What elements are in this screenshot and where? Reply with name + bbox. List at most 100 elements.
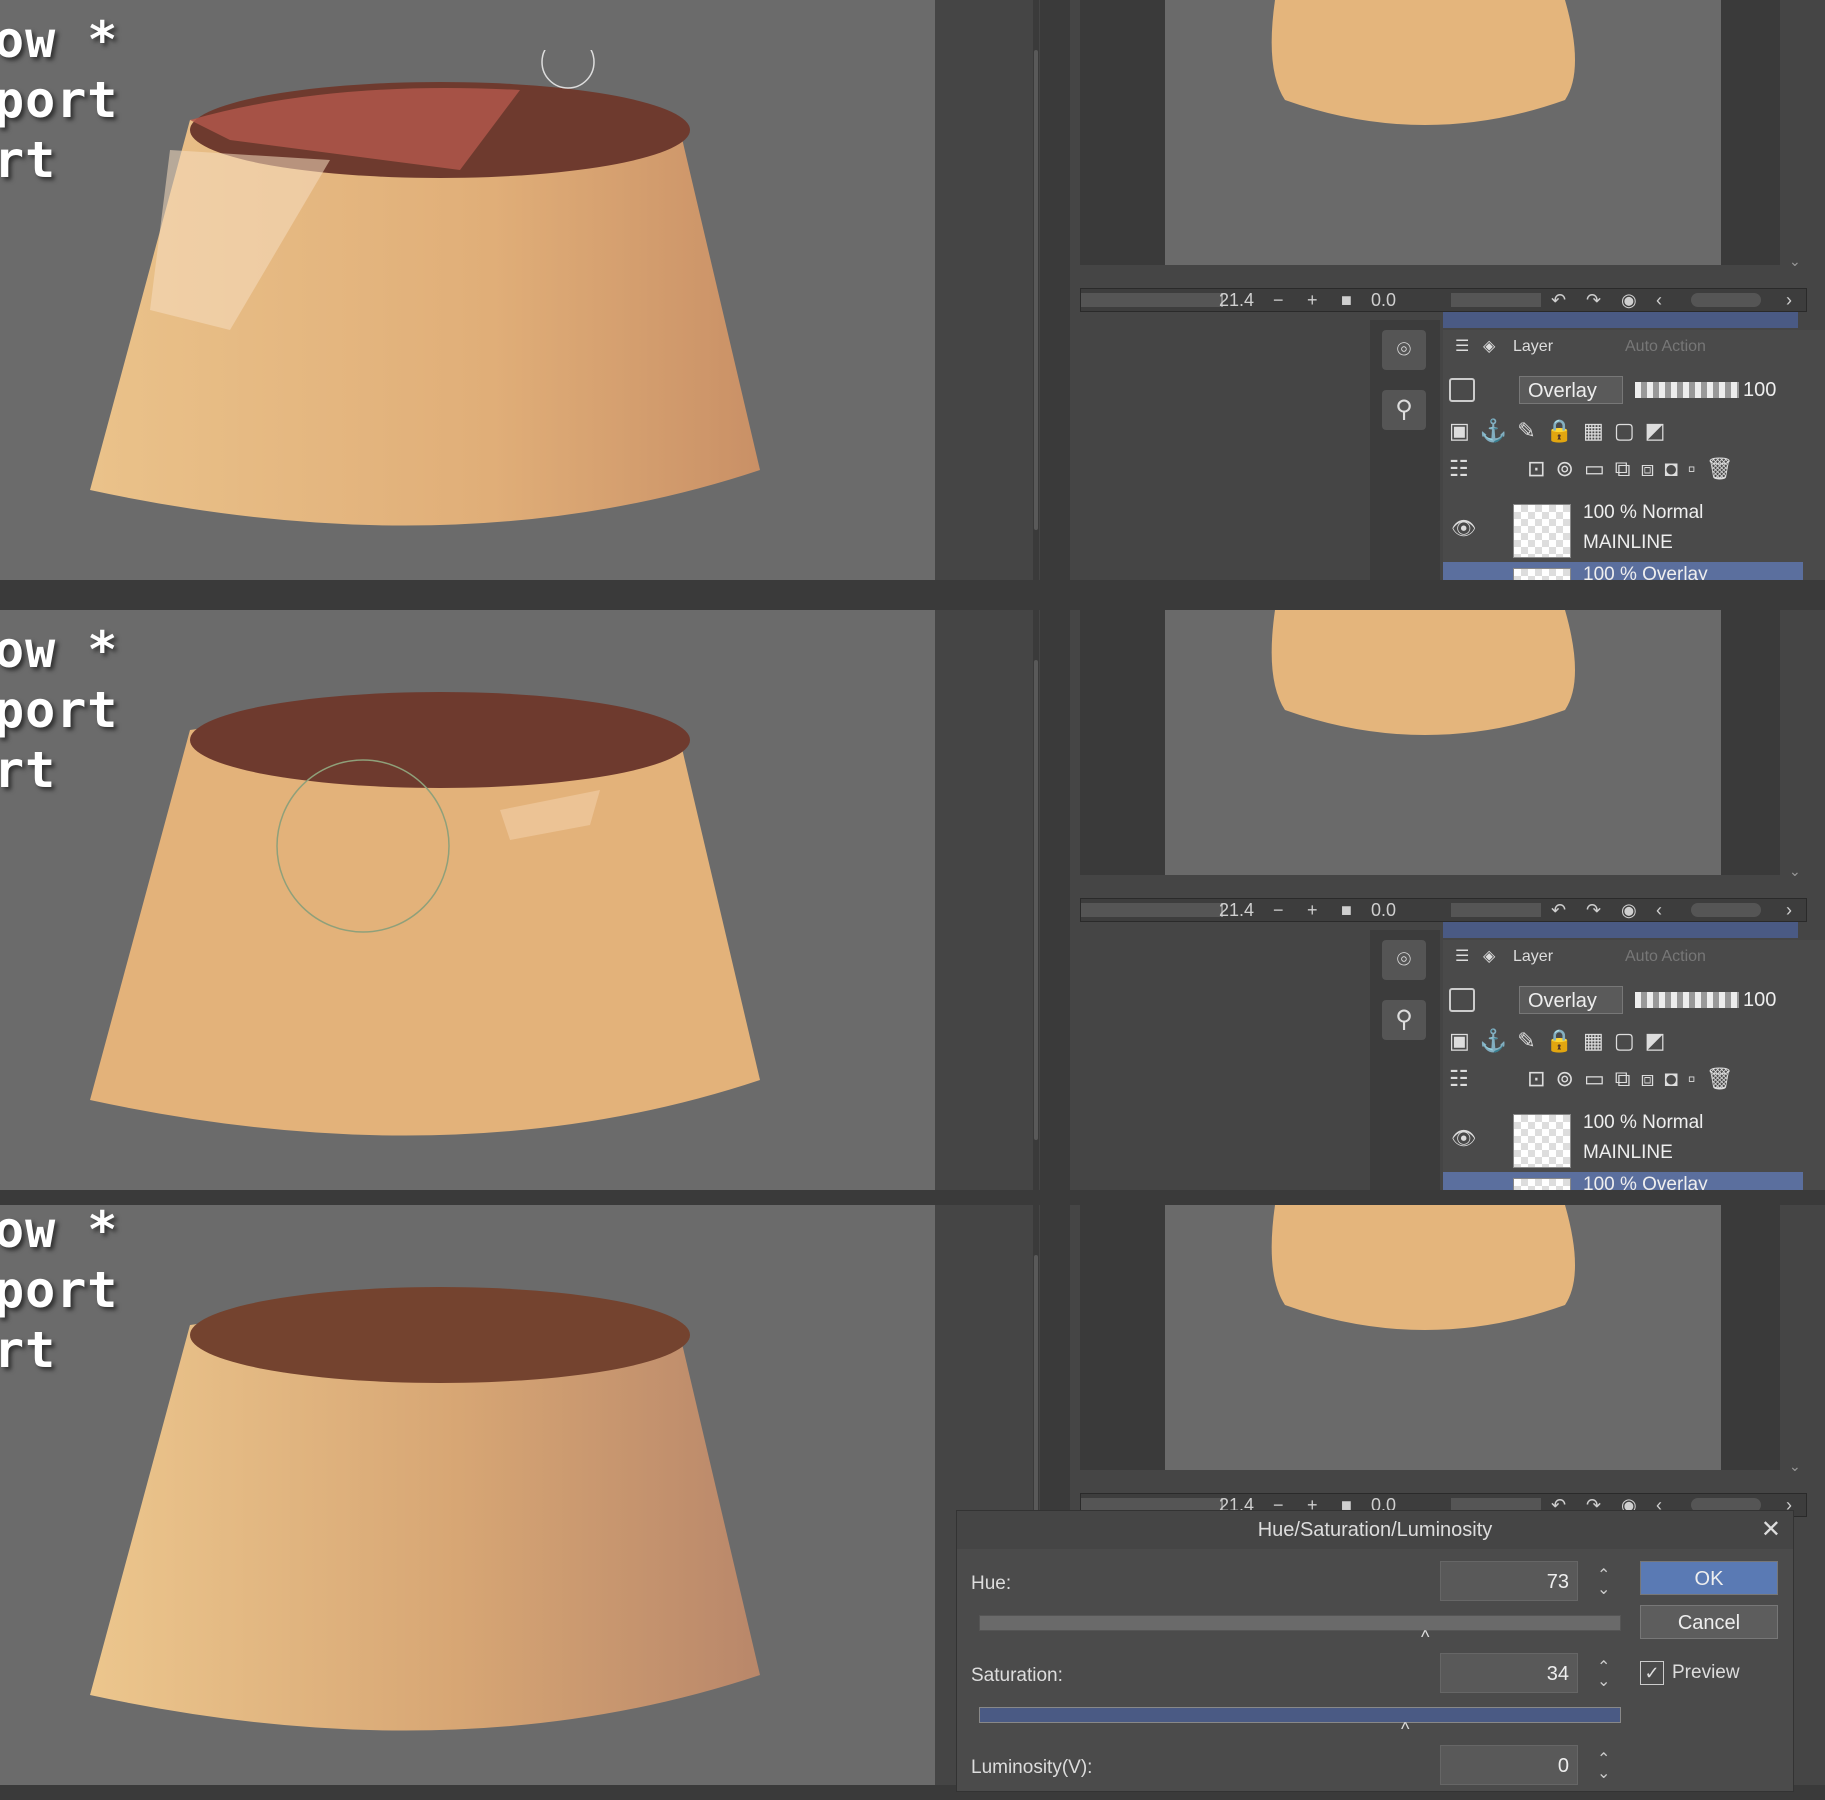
vertical-scrollbar[interactable] [1033, 610, 1039, 1190]
figure-icon[interactable]: ⚲ [1382, 390, 1426, 430]
navigator-preview[interactable] [1165, 0, 1721, 265]
reference-icon[interactable]: ⚓ [1480, 1028, 1517, 1053]
trash-icon[interactable]: 🗑 [1706, 456, 1744, 481]
clip-icon[interactable]: ▣ [1449, 418, 1480, 443]
merge-layer-icon[interactable]: ⧈ [1640, 456, 1664, 481]
layer-row-selected[interactable]: 100 % Overlay [1443, 562, 1803, 580]
opacity-slider[interactable] [1635, 382, 1739, 398]
flip-right-icon[interactable]: › [1786, 899, 1792, 921]
layer-row-selected[interactable]: 100 % Overlay [1443, 1172, 1803, 1190]
blend-mode-select[interactable]: Overlay [1519, 986, 1623, 1014]
drawing-canvas[interactable]: ow * port rt [0, 610, 935, 1190]
copy-layer-icon[interactable]: ⧉ [1615, 456, 1641, 481]
draft-icon[interactable]: ✎ [1517, 418, 1545, 443]
preview-checkbox[interactable]: ✓ Preview [1640, 1661, 1740, 1685]
hue-input[interactable]: 73 [1440, 1561, 1578, 1601]
new-raster-layer-icon[interactable]: ⊡ [1527, 456, 1555, 481]
navigator-preview[interactable] [1165, 610, 1721, 875]
layer-list-icon[interactable]: ☷ [1449, 456, 1479, 481]
rotate-left-icon[interactable]: ↶ [1551, 899, 1566, 921]
layer-row[interactable]: 👁 100 % Normal MAINLINE [1443, 498, 1803, 560]
zoom-out-button[interactable]: − [1273, 289, 1284, 311]
blend-mode-select[interactable]: Overlay [1519, 376, 1623, 404]
opacity-value[interactable]: 100 [1743, 986, 1776, 1014]
reset-rotation-icon[interactable]: ◉ [1621, 289, 1637, 311]
lock-icon[interactable]: 🔒 [1546, 418, 1583, 443]
stop-icon[interactable]: ■ [1341, 289, 1352, 311]
zoom-in-button[interactable]: + [1307, 289, 1318, 311]
draft-icon[interactable]: ✎ [1517, 1028, 1545, 1053]
tab-layer[interactable]: Layer [1509, 334, 1553, 360]
palette-color-icon[interactable]: ◩ [1645, 418, 1676, 443]
new-vector-layer-icon[interactable]: ⊚ [1556, 456, 1584, 481]
saturation-slider-handle[interactable]: ^ [1401, 1719, 1409, 1740]
rotate-left-icon[interactable]: ↶ [1551, 289, 1566, 311]
zoom-out-button[interactable]: − [1273, 899, 1284, 921]
lock-alpha-icon[interactable]: ▦ [1583, 418, 1614, 443]
flip-left-icon[interactable]: ‹ [1656, 289, 1662, 311]
clip-icon[interactable]: ▣ [1449, 1028, 1480, 1053]
menu-icon[interactable]: ☰ [1451, 334, 1469, 360]
luminosity-input[interactable]: 0 [1440, 1745, 1578, 1785]
tab-auto-action[interactable]: Auto Action [1621, 334, 1706, 360]
drawing-canvas[interactable]: ow * port rt [0, 1205, 935, 1785]
lock-icon[interactable]: 🔒 [1546, 1028, 1583, 1053]
stop-icon[interactable]: ■ [1341, 899, 1352, 921]
close-icon[interactable]: ✕ [1761, 1511, 1781, 1549]
merge-layer-icon[interactable]: ⧈ [1640, 1066, 1664, 1091]
navigator-preview[interactable] [1165, 1205, 1721, 1470]
flip-right-icon[interactable]: › [1786, 289, 1792, 311]
apply-mask-icon[interactable]: ▫ [1688, 1066, 1706, 1091]
mask-icon[interactable]: ▢ [1614, 418, 1645, 443]
ok-button[interactable]: OK [1640, 1561, 1778, 1595]
tab-layer[interactable]: Layer [1509, 944, 1553, 970]
rotate-slider[interactable] [1451, 903, 1541, 917]
flip-left-icon[interactable]: ‹ [1656, 899, 1662, 921]
mask-create-icon[interactable]: ◘ [1664, 1066, 1687, 1091]
lock-alpha-icon[interactable]: ▦ [1583, 1028, 1614, 1053]
luminosity-spinner-icon[interactable]: ⌃ ⌄ [1597, 1752, 1610, 1782]
new-vector-layer-icon[interactable]: ⊚ [1556, 1066, 1584, 1091]
saturation-spinner-icon[interactable]: ⌃ ⌄ [1597, 1660, 1610, 1690]
zoom-slider[interactable] [1081, 903, 1223, 917]
cancel-button[interactable]: Cancel [1640, 1605, 1778, 1639]
mask-create-icon[interactable]: ◘ [1664, 456, 1687, 481]
saturation-slider[interactable] [979, 1707, 1621, 1723]
zoom-slider[interactable] [1081, 293, 1223, 307]
mask-icon[interactable]: ▢ [1614, 1028, 1645, 1053]
eye-icon[interactable]: 👁 [1451, 516, 1479, 540]
trash-icon[interactable]: 🗑 [1706, 1066, 1744, 1091]
layer-list-icon[interactable]: ☷ [1449, 1066, 1479, 1091]
copy-layer-icon[interactable]: ⧉ [1615, 1066, 1641, 1091]
layer-color-checkbox[interactable] [1449, 988, 1475, 1012]
palette-color-icon[interactable]: ◩ [1645, 1028, 1676, 1053]
camera-icon[interactable]: ⌾ [1382, 940, 1426, 980]
zoom-in-button[interactable]: + [1307, 899, 1318, 921]
opacity-slider[interactable] [1635, 992, 1739, 1008]
layer-color-checkbox[interactable] [1449, 378, 1475, 402]
reference-icon[interactable]: ⚓ [1480, 418, 1517, 443]
hue-slider-handle[interactable]: ^ [1421, 1627, 1429, 1648]
scroll-slider[interactable] [1691, 903, 1761, 917]
reset-rotation-icon[interactable]: ◉ [1621, 899, 1637, 921]
checkmark-icon[interactable]: ✓ [1640, 1661, 1664, 1685]
opacity-value[interactable]: 100 [1743, 376, 1776, 404]
eye-icon[interactable]: 👁 [1451, 1126, 1479, 1150]
scroll-slider[interactable] [1691, 293, 1761, 307]
tab-auto-action[interactable]: Auto Action [1621, 944, 1706, 970]
rotate-right-icon[interactable]: ↷ [1586, 899, 1601, 921]
camera-icon[interactable]: ⌾ [1382, 330, 1426, 370]
hue-spinner-icon[interactable]: ⌃ ⌄ [1597, 1568, 1610, 1598]
new-folder-icon[interactable]: ▭ [1584, 1066, 1615, 1091]
navigator-scrollbar[interactable]: ⌄ [1788, 0, 1802, 270]
rotate-right-icon[interactable]: ↷ [1586, 289, 1601, 311]
new-raster-layer-icon[interactable]: ⊡ [1527, 1066, 1555, 1091]
navigator-scrollbar[interactable]: ⌄ [1788, 1205, 1802, 1475]
rotate-slider[interactable] [1451, 293, 1541, 307]
apply-mask-icon[interactable]: ▫ [1688, 456, 1706, 481]
hue-slider[interactable] [979, 1615, 1621, 1631]
layer-row[interactable]: 👁 100 % Normal MAINLINE [1443, 1108, 1803, 1170]
new-folder-icon[interactable]: ▭ [1584, 456, 1615, 481]
figure-icon[interactable]: ⚲ [1382, 1000, 1426, 1040]
navigator-scrollbar[interactable]: ⌄ [1788, 610, 1802, 880]
